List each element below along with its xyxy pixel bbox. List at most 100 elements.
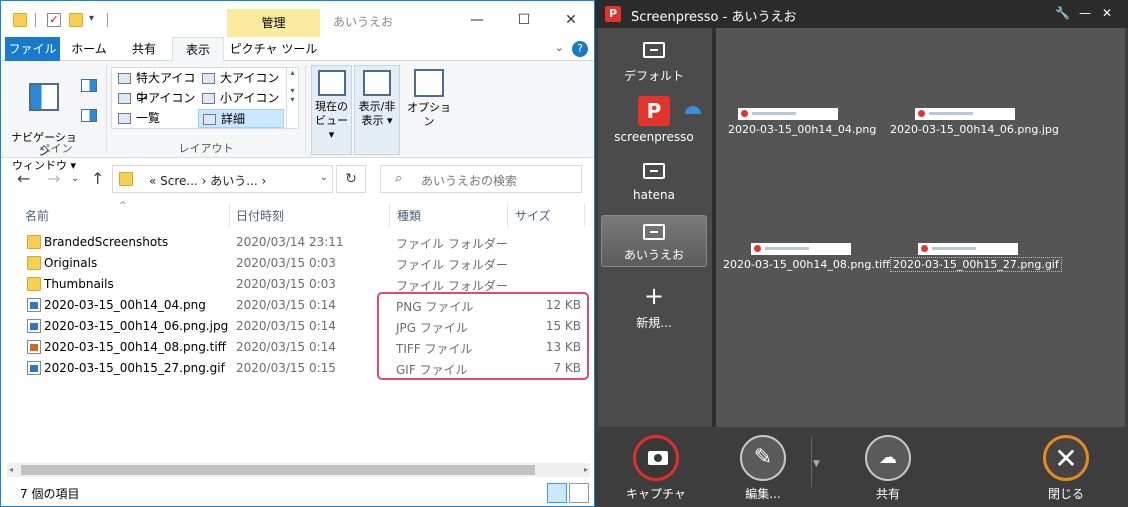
ribbon-tabs: ファイル ホーム 共有 表示 ピクチャ ツール ⌄ ? bbox=[1, 37, 594, 62]
current-view-icon bbox=[317, 70, 346, 96]
layout-extra-large-icons[interactable]: 特大アイコン bbox=[114, 69, 198, 104]
thumbnail-image bbox=[738, 108, 838, 120]
tab-share[interactable]: 共有 bbox=[119, 37, 169, 61]
layout-gallery: 特大アイコン 大アイコン 中アイコン 小アイコン 一覧 詳細 ▴ ▾ ▾ bbox=[111, 67, 299, 130]
forward-icon[interactable]: → bbox=[47, 169, 60, 188]
thumbnail-item[interactable]: 2020-03-15_00h14_04.png bbox=[728, 108, 876, 136]
divider bbox=[811, 437, 812, 487]
camera-icon bbox=[648, 451, 668, 465]
thumbnail-item[interactable]: 2020-03-15_00h14_08.png.tiff bbox=[723, 243, 890, 271]
layout-list[interactable]: 一覧 bbox=[114, 109, 198, 128]
help-icon[interactable]: ? bbox=[572, 41, 588, 57]
screenpresso-titlebar: P Screenpresso - あいうえお 🔧 — ✕ bbox=[595, 0, 1128, 28]
cloud-icon bbox=[685, 106, 701, 114]
customize-quick-access-icon[interactable]: ▾ bbox=[89, 13, 103, 27]
drawer-icon bbox=[643, 42, 665, 58]
scroll-right-icon[interactable]: ▸ bbox=[584, 463, 588, 477]
capture-button[interactable]: キャプチャ bbox=[616, 435, 696, 502]
layout-large-icons[interactable]: 大アイコン bbox=[198, 69, 284, 88]
action-bar: キャプチャ ✎ 編集... ▼ ☁ 共有 ✕ 閉じる bbox=[595, 427, 1128, 507]
search-placeholder: あいうえおの検索 bbox=[421, 174, 518, 188]
file-date: 2020/03/15 0:14 bbox=[236, 319, 336, 333]
large-icons-icon bbox=[202, 73, 215, 84]
thumbnail-item[interactable]: 2020-03-15_00h15_27.png.gif bbox=[890, 243, 1062, 272]
tab-home[interactable]: ホーム bbox=[63, 37, 115, 61]
sidebar-item-aiueo[interactable]: あいうえお bbox=[601, 215, 707, 267]
sidebar-item-hatena[interactable]: hatena bbox=[601, 163, 707, 213]
layout-medium-icons[interactable]: 中アイコン bbox=[114, 89, 198, 108]
sidebar-item-screenpresso[interactable]: P screenpresso bbox=[601, 96, 707, 146]
thumbnail-label: 2020-03-15_00h14_04.png bbox=[728, 123, 877, 136]
scrollbar-thumb[interactable] bbox=[21, 465, 535, 475]
sidebar-item-new[interactable]: + 新規... bbox=[601, 284, 707, 330]
edit-button[interactable]: ✎ 編集... bbox=[723, 435, 803, 502]
thumbnail-label: 2020-03-15_00h14_06.png.jpg bbox=[890, 123, 1059, 136]
close-action-button[interactable]: ✕ 閉じる bbox=[1026, 435, 1106, 502]
column-type[interactable]: 種類 bbox=[397, 207, 421, 224]
screenpresso-workspace: デフォルト P screenpresso hatena あいうえお + 新規..… bbox=[598, 28, 1125, 427]
thumbnail-item[interactable]: 2020-03-15_00h14_06.png.jpg bbox=[890, 108, 1059, 136]
divider bbox=[305, 65, 306, 153]
file-date: 2020/03/14 23:11 bbox=[236, 235, 344, 249]
address-bar[interactable]: « Scre... › あいう... › ⌄ bbox=[112, 165, 333, 193]
current-view-button[interactable]: 現在の ビュー ▾ bbox=[311, 65, 352, 155]
divider[interactable] bbox=[507, 203, 508, 227]
chevron-down-icon[interactable]: ▼ bbox=[813, 459, 820, 469]
back-icon[interactable]: ← bbox=[17, 169, 30, 188]
sidebar-item-label: hatena bbox=[632, 188, 675, 202]
close-button[interactable]: ✕ bbox=[551, 7, 591, 33]
divider[interactable] bbox=[229, 203, 230, 227]
table-row[interactable]: Originals 2020/03/15 0:03 ファイル フォルダー bbox=[1, 253, 594, 274]
up-icon[interactable]: ↑ bbox=[91, 169, 104, 188]
column-date[interactable]: 日付時刻 bbox=[236, 207, 284, 224]
sidebar-item-label: screenpresso bbox=[614, 130, 694, 144]
chevron-down-icon[interactable]: ⌄ bbox=[555, 41, 564, 54]
recent-locations-icon[interactable]: ⌄ bbox=[71, 173, 79, 184]
search-input[interactable]: ⌕ あいうえおの検索 bbox=[380, 165, 582, 193]
new-folder-icon[interactable] bbox=[69, 13, 83, 27]
sidebar-item-label: あいうえお bbox=[623, 248, 684, 262]
minimize-button[interactable]: — bbox=[457, 7, 497, 33]
thumbnail-image bbox=[915, 108, 1015, 120]
status-bar: 7 個の項目 bbox=[1, 479, 594, 506]
large-icons-view-icon[interactable] bbox=[569, 483, 589, 503]
scroll-left-icon[interactable]: ◂ bbox=[9, 463, 13, 477]
search-icon: ⌕ bbox=[395, 171, 403, 186]
minimize-button[interactable]: — bbox=[1079, 6, 1091, 20]
divider[interactable] bbox=[389, 203, 390, 227]
refresh-button[interactable]: ↻ bbox=[336, 165, 366, 193]
tab-view[interactable]: 表示 bbox=[172, 37, 224, 62]
details-pane-icon[interactable] bbox=[81, 109, 97, 122]
column-size[interactable]: サイズ bbox=[515, 207, 551, 224]
show-hide-button[interactable]: 表示/非 表示 ▾ bbox=[354, 65, 400, 155]
sidebar-item-default[interactable]: デフォルト bbox=[601, 42, 707, 92]
layout-details[interactable]: 詳細 bbox=[198, 109, 284, 128]
divider[interactable] bbox=[584, 203, 585, 227]
table-row[interactable]: BrandedScreenshots 2020/03/14 23:11 ファイル フ… bbox=[1, 232, 594, 253]
layout-small-icons[interactable]: 小アイコン bbox=[198, 89, 284, 108]
layout-gallery-scroll[interactable]: ▴ ▾ ▾ bbox=[286, 68, 298, 130]
share-button[interactable]: ☁ 共有 bbox=[848, 435, 928, 502]
options-icon bbox=[414, 69, 444, 97]
column-headers: ^ 名前 日付時刻 種類 サイズ bbox=[1, 201, 594, 227]
horizontal-scrollbar[interactable]: ◂ ▸ bbox=[7, 463, 590, 477]
medium-icons-icon bbox=[118, 93, 131, 104]
chevron-down-icon[interactable]: ⌄ bbox=[320, 172, 328, 183]
file-type: ファイル フォルダー bbox=[396, 258, 508, 272]
options-button[interactable]: オプション bbox=[404, 69, 454, 129]
divider[interactable] bbox=[712, 28, 716, 427]
edit-label: 編集... bbox=[745, 487, 781, 501]
properties-icon[interactable]: ✓ bbox=[47, 13, 61, 27]
manage-context-tab[interactable]: 管理 bbox=[227, 9, 320, 37]
tab-file[interactable]: ファイル bbox=[5, 37, 60, 61]
navigation-pane-button[interactable]: ナビゲーション ウィンドウ ▾ bbox=[9, 69, 79, 173]
column-name[interactable]: 名前 bbox=[25, 207, 49, 224]
details-view-icon[interactable] bbox=[547, 483, 567, 503]
tab-picture-tools[interactable]: ピクチャ ツール bbox=[227, 37, 320, 61]
file-name: 2020-03-15_00h15_27.png.gif bbox=[44, 361, 225, 375]
close-button[interactable]: ✕ bbox=[1102, 6, 1112, 20]
file-name: Thumbnails bbox=[44, 277, 114, 291]
wrench-icon[interactable]: 🔧 bbox=[1055, 6, 1070, 20]
maximize-button[interactable]: ☐ bbox=[504, 7, 544, 33]
preview-pane-icon[interactable] bbox=[81, 79, 97, 92]
